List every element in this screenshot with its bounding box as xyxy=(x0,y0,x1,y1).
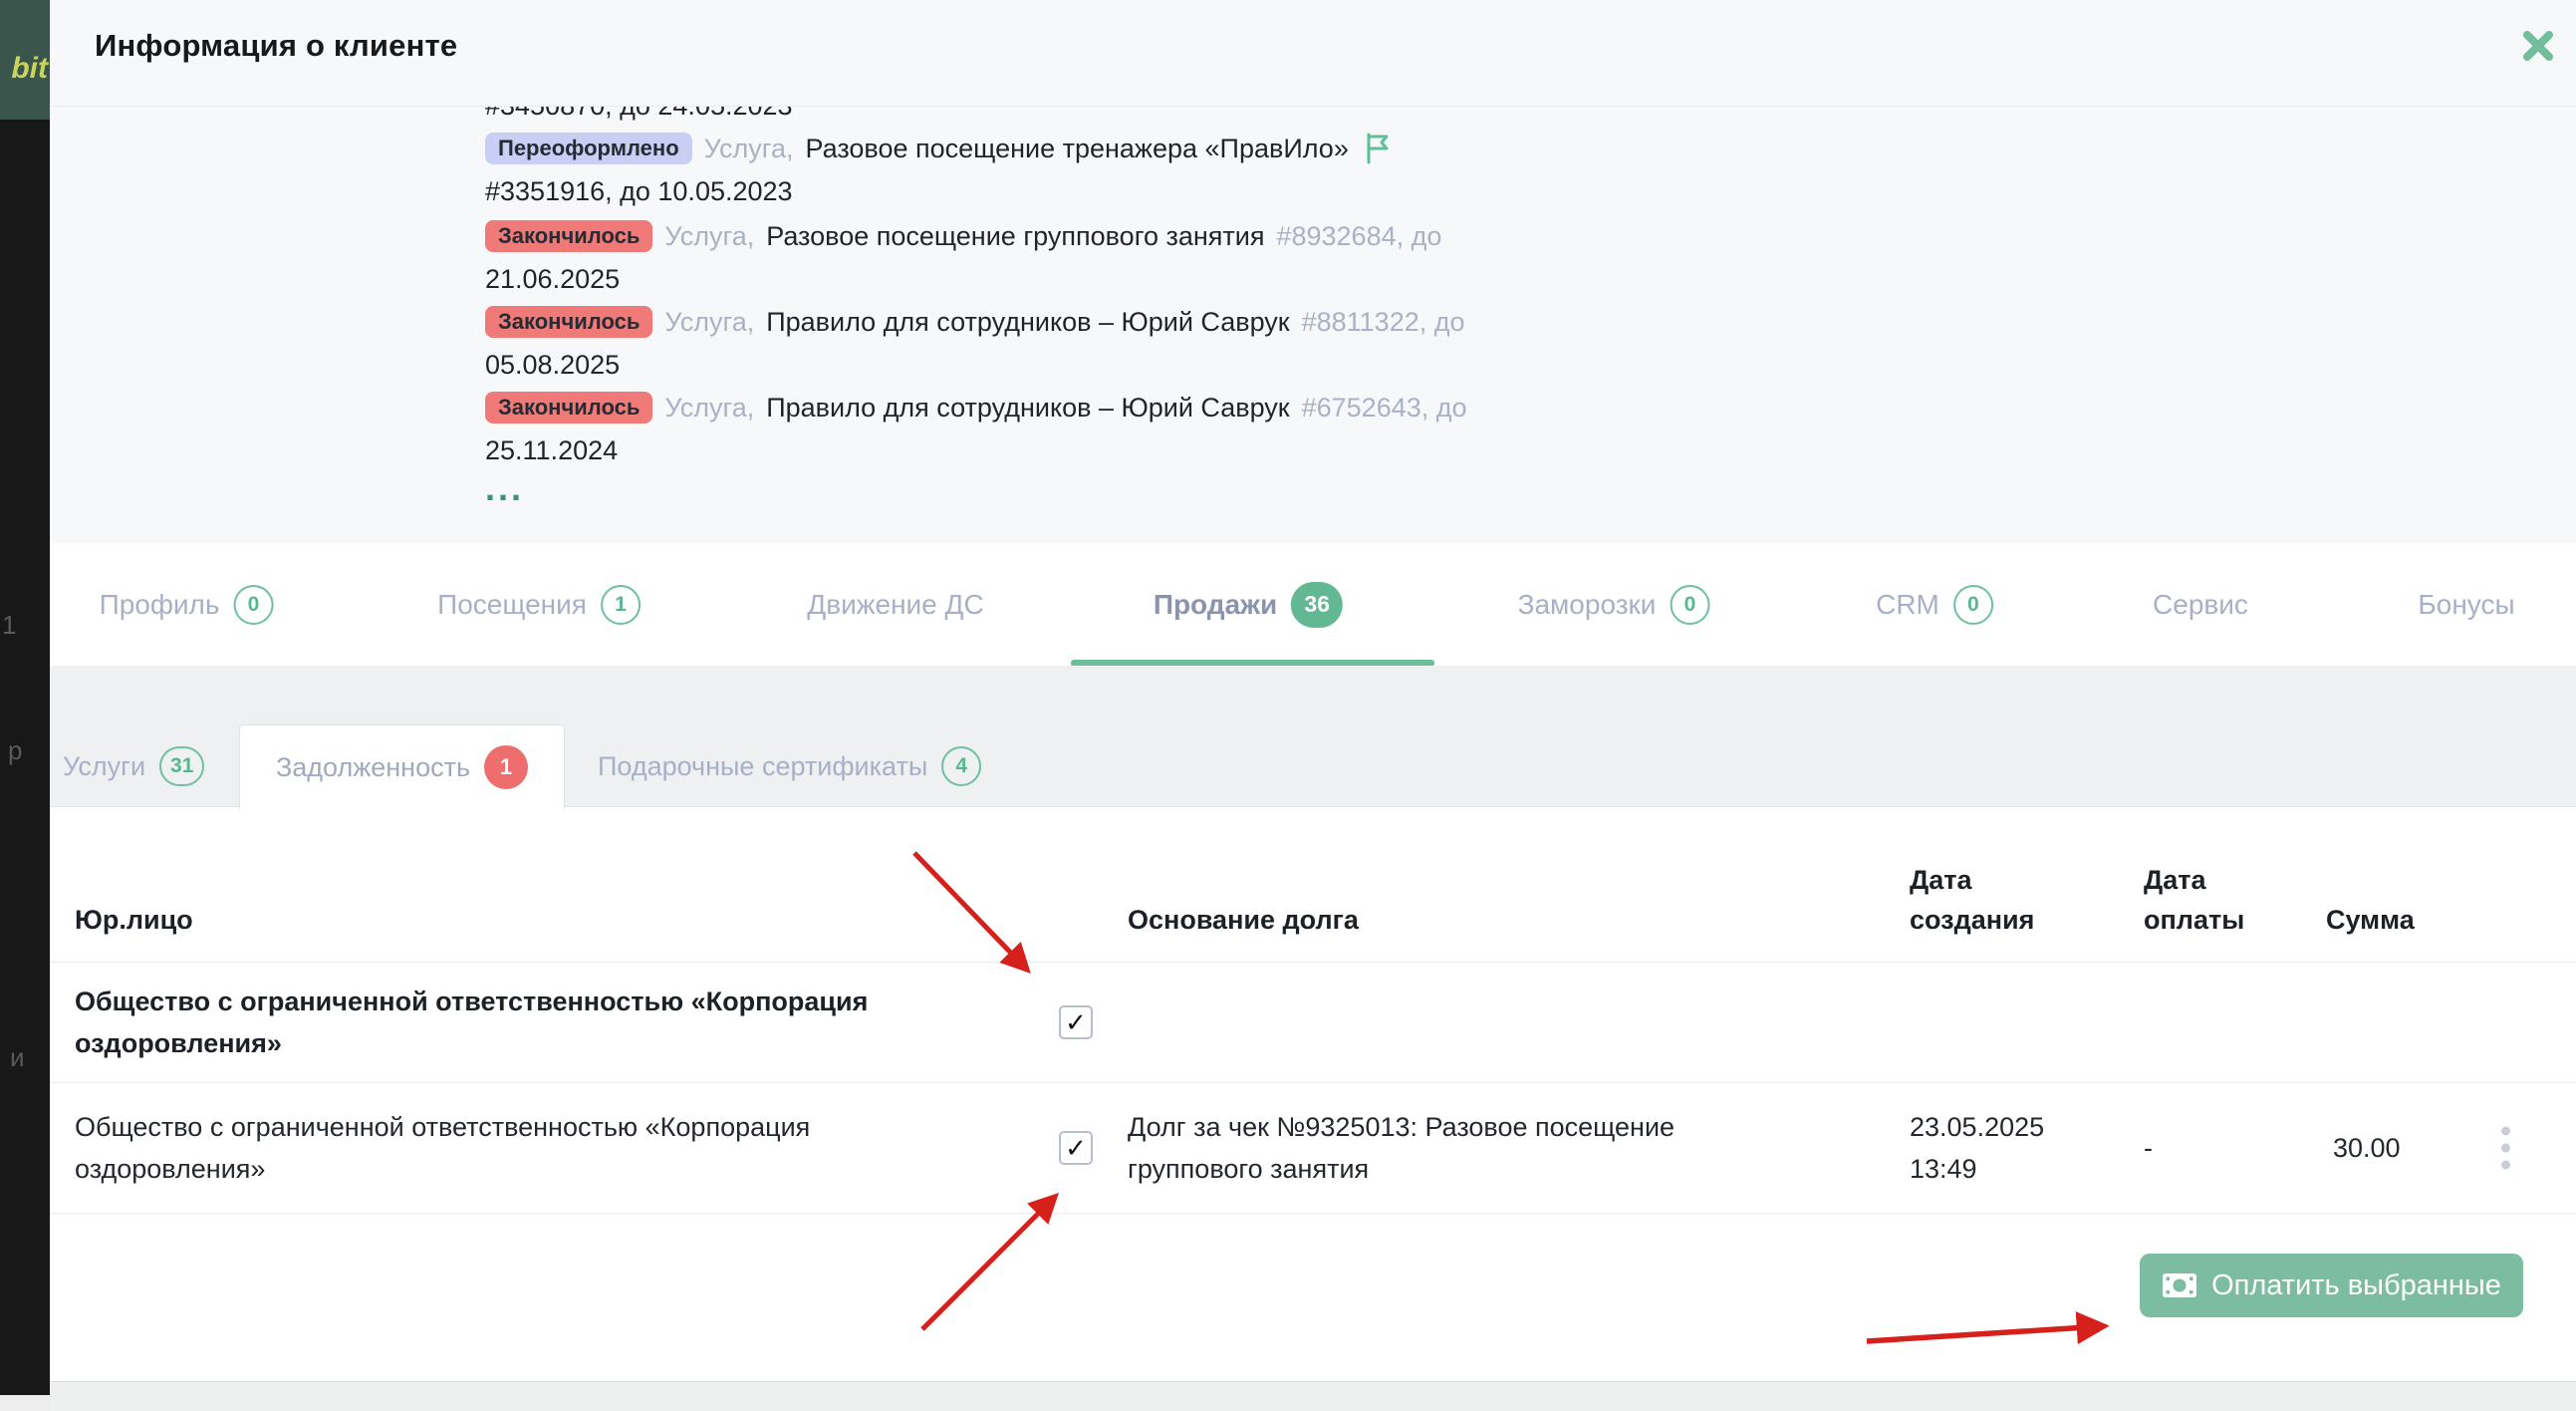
tab-sales[interactable]: Продажи 36 xyxy=(1154,582,1343,628)
created-datetime: 23.05.2025 13:49 xyxy=(1910,1106,2069,1190)
created-date: 23.05.2025 xyxy=(1910,1106,2069,1148)
history-item-clipped: #3450870, до 24.05.2023 xyxy=(485,107,793,122)
pay-selected-label: Оплатить выбранные xyxy=(2211,1270,2501,1302)
client-info-modal-screen: bit 1 p и Информация о клиенте #3450870,… xyxy=(0,0,2576,1411)
tab-service[interactable]: Сервис xyxy=(2153,589,2248,621)
background-text-fragment: p xyxy=(8,735,22,766)
item-id-date: #3351916, до 10.05.2023 xyxy=(485,176,793,207)
tab-profile[interactable]: Профиль 0 xyxy=(100,585,274,625)
col-header-reason: Основание долга xyxy=(1128,900,1359,940)
item-type: Услуга, xyxy=(664,221,754,252)
status-badge-ended: Закончилось xyxy=(485,306,652,338)
table-row: Общество с ограниченной ответственностью… xyxy=(50,1083,2576,1214)
subtab-services[interactable]: Услуги 31 xyxy=(63,725,204,807)
item-id: #6752643, до xyxy=(1302,393,1467,423)
subtab-count-badge: 31 xyxy=(159,746,204,786)
expand-list-ellipsis[interactable]: ... xyxy=(485,467,524,509)
item-id: #8811322, до xyxy=(1302,307,1465,338)
subtab-count-badge: 4 xyxy=(941,746,981,786)
org-name: Общество с ограниченной ответственностью… xyxy=(75,1106,971,1190)
kebab-menu-icon[interactable] xyxy=(2485,1127,2525,1170)
item-id-date: 25.11.2024 xyxy=(485,435,618,466)
row-checkbox[interactable]: ✓ xyxy=(1059,1131,1093,1165)
status-badge-ended: Закончилось xyxy=(485,392,652,423)
item-name: Разовое посещение группового занятия xyxy=(766,221,1264,252)
history-item: Закончилось Услуга, Правило для сотрудни… xyxy=(485,306,1465,338)
history-item: Закончилось Услуга, Разовое посещение гр… xyxy=(485,220,1441,252)
modal-header: Информация о клиенте xyxy=(50,0,2576,107)
subtab-gift-certificates[interactable]: Подарочные сертификаты 4 xyxy=(598,725,981,807)
sales-subtabs: Услуги 31 Задолженность 1 Подарочные сер… xyxy=(50,666,2576,807)
status-badge-reissued: Переоформлено xyxy=(485,133,692,164)
tab-count-badge: 0 xyxy=(1953,585,1993,625)
created-time: 13:49 xyxy=(1910,1148,2069,1190)
item-type: Услуга, xyxy=(664,393,754,423)
item-name: Правило для сотрудников – Юрий Саврук xyxy=(766,393,1289,423)
tab-bonuses[interactable]: Бонусы xyxy=(2418,589,2514,621)
background-text-fragment: и xyxy=(10,1042,25,1073)
banknote-icon xyxy=(2162,1272,2197,1298)
table-header-row: Юр.лицо Основание долга Дата создания Да… xyxy=(50,807,2576,963)
col-header-created: Дата создания xyxy=(1910,860,2049,940)
item-type: Услуга, xyxy=(664,307,754,338)
item-id: #8932684, до xyxy=(1276,221,1441,252)
subtab-debt[interactable]: Задолженность 1 xyxy=(239,724,565,809)
pay-selected-button[interactable]: Оплатить выбранные xyxy=(2140,1254,2523,1317)
item-name: Разовое посещение тренажера «ПравИло» xyxy=(806,134,1349,164)
tab-freezes[interactable]: Заморозки 0 xyxy=(1518,585,1710,625)
amount: 30.00 xyxy=(2333,1127,2401,1169)
row-checkbox[interactable]: ✓ xyxy=(1059,1005,1093,1039)
item-name: Правило для сотрудников – Юрий Саврук xyxy=(766,307,1289,338)
tab-count-badge: 1 xyxy=(601,585,641,625)
subtab-count-badge-red: 1 xyxy=(484,745,528,789)
col-header-paid: Дата оплаты xyxy=(2144,860,2253,940)
history-item: Закончилось Услуга, Правило для сотрудни… xyxy=(485,392,1467,423)
col-header-amount: Сумма xyxy=(2326,900,2415,940)
sales-history-list: #3450870, до 24.05.2023 Переоформлено Ус… xyxy=(50,107,2576,543)
item-id-date: 05.08.2025 xyxy=(485,350,620,381)
status-badge-ended: Закончилось xyxy=(485,220,652,252)
modal-title: Информация о клиенте xyxy=(95,28,457,64)
tab-count-badge: 0 xyxy=(1670,585,1709,625)
flag-icon xyxy=(1365,133,1391,164)
history-item: Переоформлено Услуга, Разовое посещение … xyxy=(485,133,1391,164)
col-header-org: Юр.лицо xyxy=(75,900,193,940)
app-logo-fragment: bit xyxy=(11,52,48,86)
debt-reason: Долг за чек №9325013: Разовое посещение … xyxy=(1128,1106,1785,1190)
app-logo: bit xyxy=(0,0,50,120)
checkbox-checked[interactable]: ✓ xyxy=(1059,1131,1093,1165)
tab-count-badge: 36 xyxy=(1291,582,1343,628)
org-name: Общество с ограниченной ответственностью… xyxy=(75,981,971,1064)
paid-date: - xyxy=(2144,1127,2153,1169)
debt-table: Юр.лицо Основание долга Дата создания Да… xyxy=(50,807,2576,1381)
tab-money-flow[interactable]: Движение ДС xyxy=(807,589,983,621)
tab-visits[interactable]: Посещения 1 xyxy=(437,585,641,625)
main-tabbar: Профиль 0 Посещения 1 Движение ДС Продаж… xyxy=(50,543,2576,667)
close-icon[interactable] xyxy=(2516,24,2560,68)
client-info-modal: Информация о клиенте #3450870, до 24.05.… xyxy=(50,0,2576,1381)
table-row-group: Общество с ограниченной ответственностью… xyxy=(50,963,2576,1083)
tab-count-badge: 0 xyxy=(233,585,273,625)
item-type: Услуга, xyxy=(704,134,794,164)
checkbox-checked[interactable]: ✓ xyxy=(1059,1005,1093,1039)
page-bottom-strip xyxy=(50,1381,2576,1411)
background-page-strip: bit 1 p и xyxy=(0,0,50,1395)
background-text-fragment: 1 xyxy=(2,610,16,641)
item-id-date: 21.06.2025 xyxy=(485,264,620,295)
tab-crm[interactable]: CRM 0 xyxy=(1876,585,1993,625)
